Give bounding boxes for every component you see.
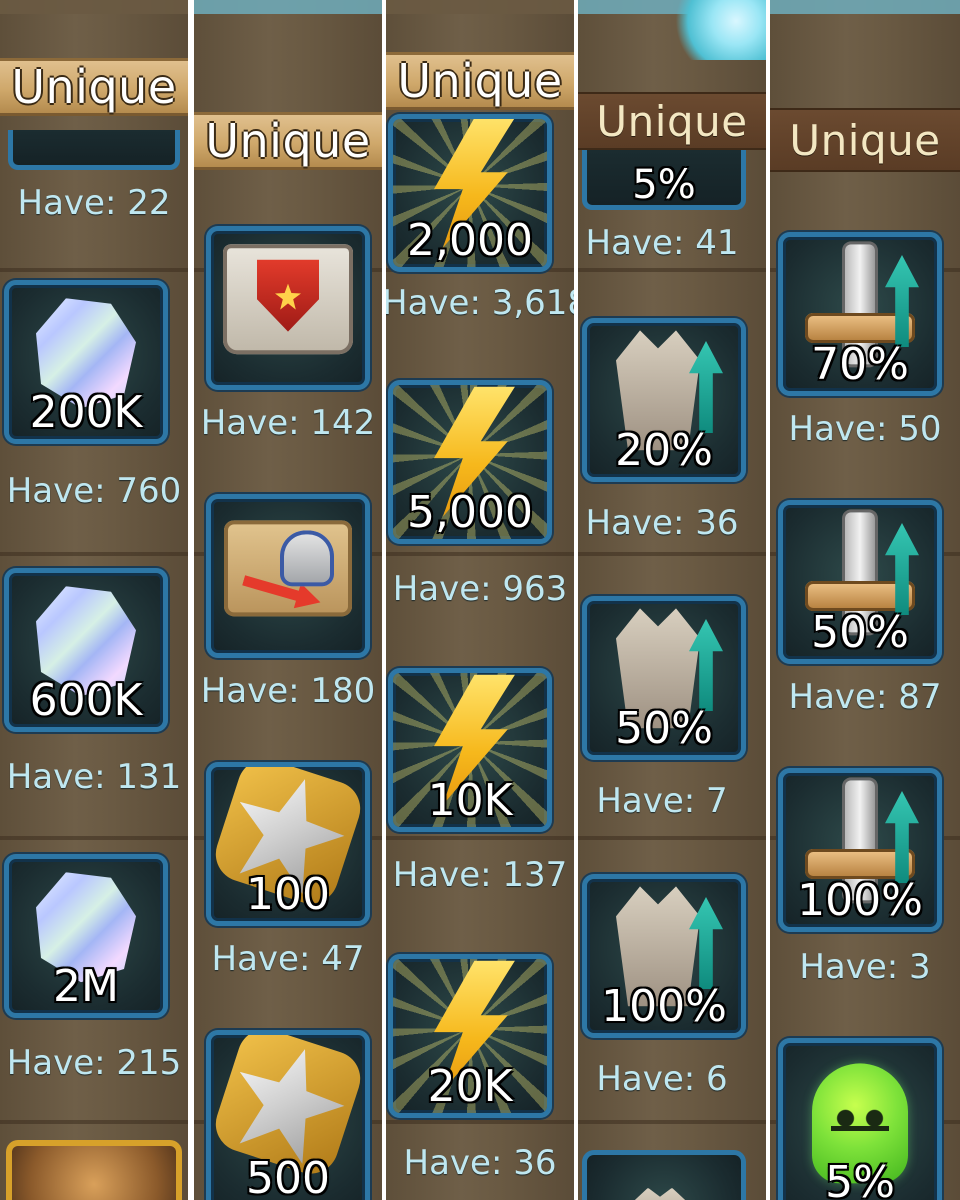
section-header: Unique: [194, 112, 382, 170]
item-tile[interactable]: 2M: [4, 854, 168, 1018]
ghost-face-icon: [831, 1104, 889, 1139]
have-count: Have: 131: [6, 757, 182, 797]
item-amount: 20K: [427, 1061, 513, 1112]
knight-helmet-icon: [280, 530, 334, 587]
have-count: Have: 3: [799, 947, 931, 987]
item-tile-partial[interactable]: 5%: [582, 150, 746, 210]
item-tile[interactable]: 20K: [388, 954, 552, 1118]
item-amount: 10K: [427, 775, 513, 826]
scroll-knight-icon: [224, 520, 352, 617]
item-amount: 70%: [811, 339, 909, 390]
item-amount: 100: [246, 869, 330, 920]
item-amount: 5,000: [407, 487, 533, 538]
have-count: Have: 87: [788, 677, 942, 717]
item-tile[interactable]: 10K: [388, 668, 552, 832]
item-tile[interactable]: 100%: [582, 874, 746, 1038]
item-tile-partial[interactable]: [8, 130, 180, 170]
section-header: Unique: [386, 52, 574, 110]
section-header: Unique: [578, 92, 766, 150]
item-tile[interactable]: 100%: [778, 768, 942, 932]
have-count: Have: 6: [596, 1059, 728, 1099]
item-column-3: Unique 2,000 Have: 3,618 5,000 Have: 963…: [386, 0, 574, 1200]
decorative-blob: [666, 0, 766, 60]
item-column-1: Unique Have: 22 200K Have: 760 600K Have…: [0, 0, 188, 1200]
have-count: Have: 180: [200, 671, 376, 711]
item-amount: 5%: [632, 162, 696, 208]
section-header: Unique: [0, 58, 188, 116]
item-tile[interactable]: 70%: [778, 232, 942, 396]
portrait-icon[interactable]: [6, 1140, 182, 1200]
item-tile[interactable]: 100: [206, 762, 370, 926]
item-tile[interactable]: 50%: [778, 500, 942, 664]
have-count: Have: 41: [585, 223, 739, 263]
have-count: Have: 760: [6, 471, 182, 511]
have-count: Have: 3,618: [386, 283, 574, 323]
item-amount: 600K: [29, 675, 143, 726]
item-tile[interactable]: [206, 494, 370, 658]
item-amount: 20%: [615, 425, 713, 476]
have-count: Have: 50: [788, 409, 942, 449]
have-count: Have: 22: [17, 183, 171, 223]
item-amount: 2M: [53, 961, 119, 1012]
have-count: Have: 36: [585, 503, 739, 543]
have-count: Have: 963: [392, 569, 568, 609]
item-column-5: Unique 70% Have: 50 50% Have: 87 100% Ha…: [770, 0, 960, 1200]
book-icon: [223, 244, 353, 355]
item-tile[interactable]: 500: [206, 1030, 370, 1200]
item-tile[interactable]: 600K: [4, 568, 168, 732]
item-amount: 100%: [797, 875, 923, 926]
item-amount: 2,000: [407, 215, 533, 266]
item-tile[interactable]: 5%: [778, 1038, 942, 1200]
item-column-2: Unique Have: 142 Have: 180 100 Have: 47 …: [194, 0, 382, 1200]
item-amount: 100%: [601, 981, 727, 1032]
item-column-4: Unique 5% Have: 41 20% Have: 36 50% Have…: [578, 0, 766, 1200]
item-tile[interactable]: 50%: [582, 596, 746, 760]
item-tile[interactable]: 20%: [582, 318, 746, 482]
star-icon: [219, 1032, 358, 1171]
item-amount: 50%: [811, 607, 909, 658]
section-header: Unique: [770, 108, 960, 172]
have-count: Have: 7: [596, 781, 728, 821]
item-amount: 50%: [615, 703, 713, 754]
item-tile[interactable]: 5,000: [388, 380, 552, 544]
item-amount: 500: [246, 1153, 330, 1200]
item-amount: 5%: [825, 1157, 895, 1200]
item-tile[interactable]: 2,000: [388, 114, 552, 272]
have-count: Have: 36: [403, 1143, 557, 1183]
item-tile[interactable]: 200K: [4, 280, 168, 444]
have-count: Have: 47: [211, 939, 365, 979]
item-amount: 200K: [29, 387, 143, 438]
have-count: Have: 215: [6, 1043, 182, 1083]
have-count: Have: 137: [392, 855, 568, 895]
soldiers-icon: [632, 1187, 688, 1200]
have-count: Have: 142: [200, 403, 376, 443]
item-tile[interactable]: [206, 226, 370, 390]
item-tile-partial[interactable]: [582, 1150, 746, 1200]
